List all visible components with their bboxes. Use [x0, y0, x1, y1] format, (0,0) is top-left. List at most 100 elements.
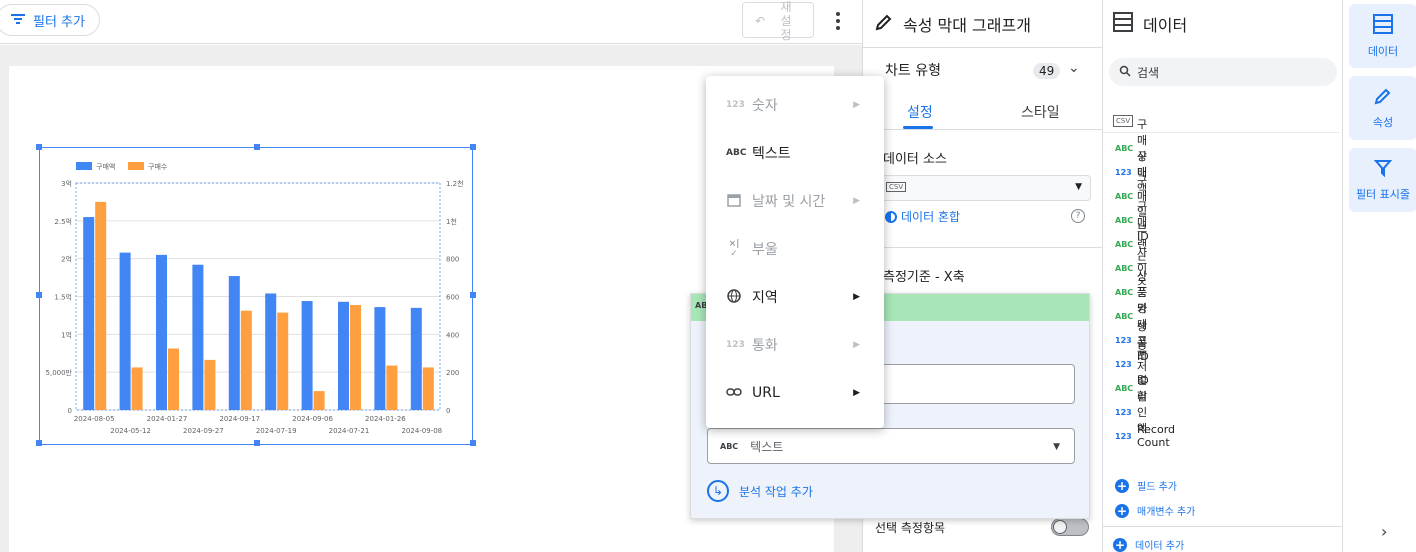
blend-data-link[interactable]: 데이터 혼합	[885, 208, 960, 225]
resize-handle[interactable]	[254, 440, 260, 446]
resize-handle[interactable]	[470, 144, 476, 150]
add-filter-label: 필터 추가	[33, 14, 85, 30]
y-right-tick-label: 1천	[446, 217, 457, 226]
submenu-arrow-icon: ▶	[853, 100, 860, 110]
tab-style[interactable]: 스타일	[1021, 102, 1060, 122]
divider	[1103, 526, 1343, 527]
bar-chart-component[interactable]: 0 0 5,000만 200 1억 400 1.5억 600 2억 800 2.5억 1천 3억 1.2천…	[36, 144, 476, 446]
rail-filter-bar-button[interactable]: 필터 표시줄	[1349, 148, 1416, 212]
x-tick-label: 2024-05-12	[110, 427, 151, 435]
menu-item[interactable]: 지역 ▶	[706, 273, 884, 321]
number-type-icon: 123	[1115, 431, 1132, 441]
rail-data-label: 데이터	[1367, 44, 1399, 58]
submenu-arrow-icon: ▶	[853, 388, 860, 398]
field-item[interactable]: 123 Record Count	[1115, 423, 1176, 449]
reset-button[interactable]: ↶ 재설정	[742, 0, 814, 42]
search-icon	[1119, 65, 1131, 80]
resize-handle[interactable]	[470, 292, 476, 298]
boolean-icon: ×|✓	[728, 239, 740, 259]
optional-metric-label: 선택 측정항목	[875, 521, 946, 535]
number-type-icon: 123	[726, 100, 745, 110]
dimension-label: 측정기준 - X축	[883, 270, 965, 285]
csv-source-icon[interactable]: CSV	[1113, 108, 1134, 127]
bar-구매수	[422, 367, 434, 410]
y-right-tick-label: 600	[446, 294, 459, 302]
dropdown-arrow-icon: ▼	[1053, 442, 1060, 452]
chevron-down-icon[interactable]: ⌄	[1068, 60, 1080, 76]
add-calculation-button[interactable]: ↳ 분석 작업 추가	[707, 480, 813, 502]
add-parameter-button[interactable]: + 매개변수 추가	[1115, 503, 1195, 518]
x-tick-label: 2024-09-08	[401, 427, 442, 435]
bar-구매액	[338, 301, 349, 410]
funnel-icon	[1373, 159, 1393, 180]
pencil-icon	[1374, 87, 1392, 108]
x-tick-label: 2024-09-06	[292, 415, 333, 423]
field-search-input[interactable]: 검색	[1109, 58, 1337, 86]
field-type-select[interactable]: ABC 텍스트 ▼	[707, 428, 1075, 464]
abc-type-icon: ABC	[720, 441, 739, 451]
x-tick-label: 2024-01-26	[365, 415, 406, 423]
bar-구매수	[95, 201, 107, 410]
add-icon: +	[1115, 478, 1129, 493]
link-icon	[726, 387, 742, 400]
menu-item[interactable]: URL ▶	[706, 369, 884, 417]
data-source-label: 데이터 소스	[883, 152, 947, 167]
field-type-value: 텍스트	[750, 439, 784, 454]
legend-label: 구매액	[96, 163, 115, 171]
rail-properties-button[interactable]: 속성	[1349, 76, 1416, 140]
menu-item: 123 숫자 ▶	[706, 81, 884, 129]
globe-icon	[726, 288, 742, 306]
data-source-select[interactable]: CSV ▼	[881, 175, 1091, 201]
rail-data-button[interactable]: 데이터	[1349, 4, 1416, 68]
add-field-button[interactable]: + 필드 추가	[1115, 478, 1177, 493]
add-data-button[interactable]: + 데이터 추가	[1113, 537, 1184, 552]
legend-label: 구매수	[148, 163, 168, 171]
blend-label: 데이터 혼합	[901, 210, 961, 224]
table-icon	[1373, 13, 1393, 37]
data-panel: 데이터 검색 CSV ABC 구매상태 123 구매액 ABC 구매일 ABC 구매ID ABC…	[1102, 0, 1343, 552]
resize-handle[interactable]	[36, 292, 42, 298]
data-header: 데이터	[1113, 12, 1187, 36]
text-type-icon: ABC	[1115, 311, 1134, 321]
y-right-tick-label: 200	[446, 369, 459, 377]
field-name-input[interactable]	[873, 364, 1075, 404]
resize-handle[interactable]	[36, 144, 42, 150]
more-options-icon[interactable]	[828, 8, 848, 34]
menu-item-label: 부울	[752, 242, 778, 258]
add-icon: +	[1113, 537, 1127, 552]
x-tick-label: 2024-09-17	[219, 415, 260, 423]
resize-handle[interactable]	[254, 144, 260, 150]
rail-filter-label: 필터 표시줄	[1355, 187, 1411, 201]
bar-구매액	[301, 301, 313, 410]
number-type-icon: 123	[1115, 335, 1132, 345]
top-toolbar: 필터 추가 ↶ 재설정	[0, 0, 862, 44]
bar-구매액	[410, 307, 422, 410]
csv-icon: CSV	[886, 182, 907, 192]
menu-item-label: URL	[752, 385, 780, 401]
menu-item-label: 날짜 및 시간	[752, 194, 826, 210]
field-name: Record Count	[1137, 423, 1176, 449]
text-type-icon: ABC	[1115, 239, 1134, 249]
resize-handle[interactable]	[36, 440, 42, 446]
legend-swatch	[128, 162, 144, 170]
chart-type-row[interactable]: 차트 유형 49 ⌄	[863, 48, 1103, 92]
resize-handle[interactable]	[470, 440, 476, 446]
properties-header: 속성 막대 그래프개	[863, 0, 1103, 48]
optional-metric-toggle[interactable]	[1051, 518, 1089, 536]
function-arrow-icon: ↳	[707, 480, 729, 502]
x-tick-label: 2024-07-19	[256, 427, 297, 435]
menu-item[interactable]: ABC 텍스트	[706, 129, 884, 177]
abc-type-icon: ABC	[726, 148, 747, 158]
divider	[863, 247, 1103, 248]
calendar-icon	[726, 193, 742, 210]
field-item[interactable]: 123 할인액	[1115, 390, 1147, 435]
y-left-tick-label: 0	[68, 407, 72, 415]
chevron-right-icon[interactable]: ›	[1381, 522, 1387, 541]
submenu-arrow-icon: ▶	[853, 196, 860, 206]
help-icon[interactable]: ?	[1071, 209, 1085, 223]
properties-tabs: 설정 스타일	[863, 92, 1103, 130]
chart-type-count: 49	[1033, 63, 1061, 79]
tab-setup[interactable]: 설정	[907, 102, 933, 122]
add-filter-button[interactable]: 필터 추가	[0, 4, 100, 36]
menu-item-label: 텍스트	[752, 146, 791, 162]
